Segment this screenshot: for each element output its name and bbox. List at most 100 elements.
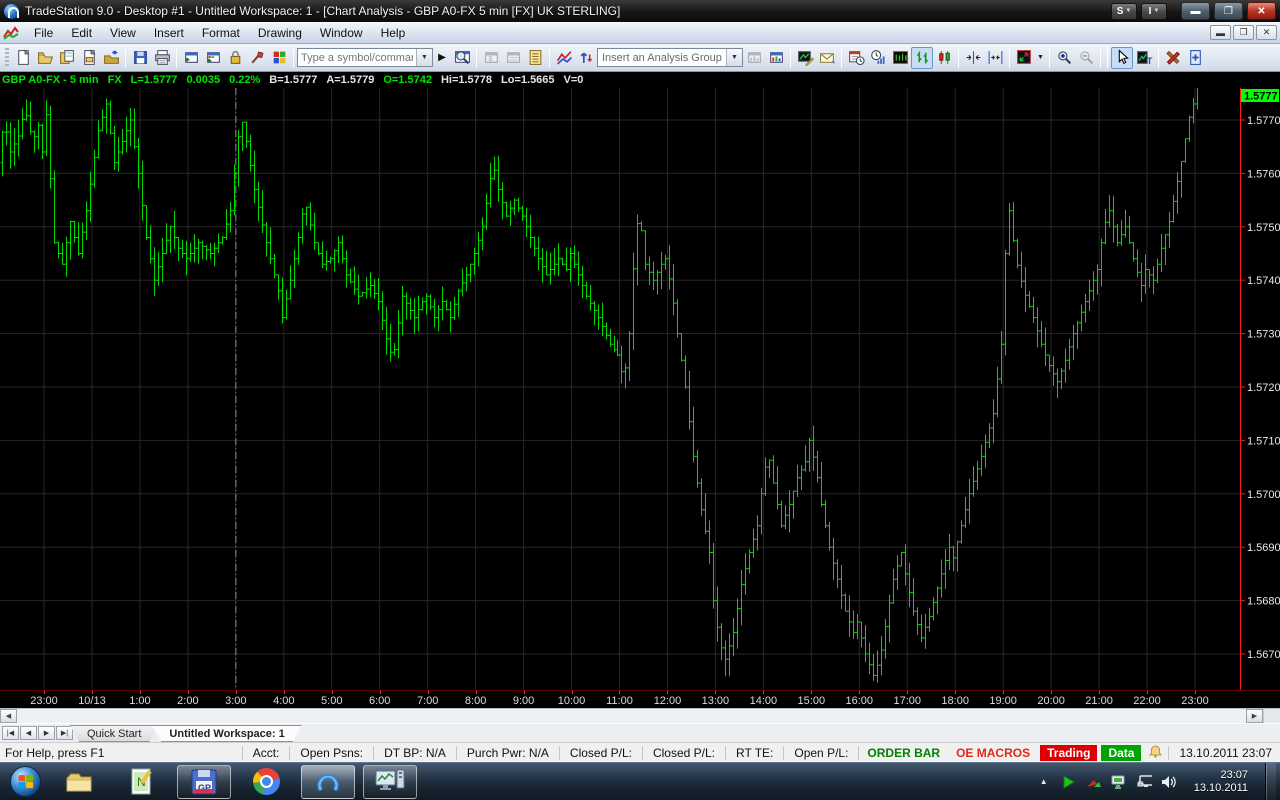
chart-canvas[interactable]: 1.57701.57601.57501.57401.57301.57201.57… [0, 88, 1280, 690]
taskbar-network-monitor-button[interactable] [363, 765, 417, 799]
price-chart-svg[interactable]: 1.57701.57601.57501.57401.57301.57201.57… [0, 88, 1280, 690]
hidden-icons-chevron[interactable]: ▲ [1036, 774, 1052, 790]
taskbar-clock[interactable]: 23:07 13.10.2011 [1186, 769, 1256, 795]
analysis-group-combo[interactable]: Insert an Analysis Group▼ [597, 48, 743, 67]
close-window-icon[interactable] [180, 47, 202, 69]
first-workspace-button[interactable]: |◀ [2, 726, 19, 740]
symbol-combo-dropdown[interactable]: ▼ [416, 49, 432, 66]
minimize-button[interactable]: ▬ [1181, 2, 1210, 20]
shortcut-s-button[interactable]: S▼ [1111, 3, 1137, 20]
calendar-session-icon[interactable] [845, 47, 867, 69]
child-close-button[interactable]: ✕ [1256, 25, 1277, 40]
start-button[interactable] [10, 766, 41, 797]
zoom-in-icon[interactable] [1053, 47, 1075, 69]
chart-horizontal-scrollbar[interactable]: ◀ ▶ [0, 708, 1280, 723]
candle-style-icon[interactable] [933, 47, 955, 69]
next-workspace-button[interactable]: ▶ [38, 726, 55, 740]
bar-style-icon[interactable] [911, 47, 933, 69]
save-workspace-icon[interactable] [78, 47, 100, 69]
symbol-command-input[interactable] [298, 50, 416, 65]
app-icon[interactable] [4, 4, 19, 19]
workspaces-stack-icon[interactable] [56, 47, 78, 69]
status-order-bar[interactable]: ORDER BAR [858, 746, 948, 760]
alert-bell-icon[interactable] [1149, 745, 1162, 761]
status-oe-macros[interactable]: OE MACROS [948, 746, 1038, 760]
taskbar-notepadpp-button[interactable]: N [115, 765, 169, 799]
toolbar-separator [476, 48, 477, 68]
send-chart-icon[interactable] [816, 47, 838, 69]
workspace-tab-untitled-workspace-1[interactable]: Untitled Workspace: 1 [152, 725, 301, 742]
menu-format[interactable]: Format [193, 24, 249, 42]
svg-text:1.5740: 1.5740 [1247, 275, 1280, 287]
quote-list-icon[interactable] [524, 47, 546, 69]
show-desktop-button[interactable] [1265, 763, 1276, 800]
export-workspace-icon[interactable] [100, 47, 122, 69]
status-data[interactable]: Data [1101, 745, 1141, 761]
menu-view[interactable]: View [101, 24, 145, 42]
lock-workspace-icon[interactable] [224, 47, 246, 69]
taskbar-explorer-button[interactable] [53, 765, 107, 799]
menu-edit[interactable]: Edit [62, 24, 101, 42]
info-segment: A=1.5779 [326, 74, 374, 86]
info-segment: 0.0035 [186, 74, 220, 86]
time-axis-label: 23:00 [1181, 695, 1209, 707]
time-axis[interactable]: 23:0010/131:002:003:004:005:006:007:008:… [0, 690, 1280, 708]
menu-help[interactable]: Help [372, 24, 415, 42]
expand-bars-icon[interactable] [984, 47, 1006, 69]
scroll-track[interactable] [17, 709, 1246, 723]
taskbar-chrome-button[interactable] [239, 765, 293, 799]
analysis-combo-dropdown[interactable]: ▼ [726, 49, 742, 66]
menu-drawing[interactable]: Drawing [249, 24, 311, 42]
menu-file[interactable]: File [25, 24, 62, 42]
new-order-page-icon[interactable] [1184, 47, 1206, 69]
close-all-windows-icon[interactable] [202, 47, 224, 69]
save-icon[interactable] [129, 47, 151, 69]
command-lookup-icon[interactable] [451, 47, 473, 69]
volume-icon[interactable] [1161, 774, 1177, 790]
hardware-plug-icon[interactable] [1136, 774, 1152, 790]
time-axis-tick [619, 691, 620, 694]
network-status-icon[interactable] [1111, 774, 1127, 790]
child-minimize-button[interactable]: ▬ [1210, 25, 1231, 40]
new-workspace-icon[interactable] [12, 47, 34, 69]
dark-chart-icon[interactable] [889, 47, 911, 69]
prev-workspace-button[interactable]: ◀ [20, 726, 37, 740]
sort-up-icon[interactable] [575, 47, 597, 69]
status-trading[interactable]: Trading [1040, 745, 1097, 761]
restore-button[interactable]: ❐ [1214, 2, 1243, 20]
ts-alert-icon[interactable] [1086, 774, 1102, 790]
pointer-icon[interactable] [1111, 47, 1133, 69]
auto-arrange-dropdown[interactable]: ▼ [1035, 47, 1046, 69]
time-frame-clock-icon[interactable] [867, 47, 889, 69]
chart-document-icon[interactable] [3, 26, 19, 40]
time-axis-label: 1:00 [129, 695, 150, 707]
auto-arrange-icon[interactable] [1013, 47, 1035, 69]
run-command-button[interactable]: ▶ [435, 49, 449, 67]
chart-text-icon[interactable]: T [1133, 47, 1155, 69]
menu-window[interactable]: Window [311, 24, 372, 42]
format-painter-icon[interactable] [246, 47, 268, 69]
drawing-tools-icon[interactable] [1162, 47, 1184, 69]
chart-analysis-icon[interactable] [765, 47, 787, 69]
print-icon[interactable] [151, 47, 173, 69]
workspace-tab-quick-start[interactable]: Quick Start [70, 725, 158, 742]
scroll-right-button[interactable]: ▶ [1246, 709, 1263, 723]
menu-insert[interactable]: Insert [145, 24, 193, 42]
symbol-command-combo[interactable]: ▼ [297, 48, 433, 67]
open-workspace-icon[interactable] [34, 47, 56, 69]
child-restore-button[interactable]: ❐ [1233, 25, 1254, 40]
style-cubes-icon[interactable] [268, 47, 290, 69]
scroll-left-button[interactable]: ◀ [0, 709, 17, 723]
chart-edit-icon[interactable] [794, 47, 816, 69]
time-axis-tick [1099, 691, 1100, 694]
chart-zigzag-icon[interactable] [553, 47, 575, 69]
taskbar-gp-button[interactable]: GP [177, 765, 231, 799]
compress-bars-icon[interactable] [962, 47, 984, 69]
shortcut-i-button[interactable]: I▼ [1141, 3, 1167, 20]
toolbar-grip[interactable] [5, 48, 9, 68]
status-datetime: 13.10.2011 23:07 [1168, 746, 1280, 760]
close-button[interactable]: ✕ [1247, 2, 1276, 20]
ts-data-feed-icon[interactable] [1061, 774, 1077, 790]
last-workspace-button[interactable]: ▶| [56, 726, 73, 740]
taskbar-tradestation-button[interactable] [301, 765, 355, 799]
